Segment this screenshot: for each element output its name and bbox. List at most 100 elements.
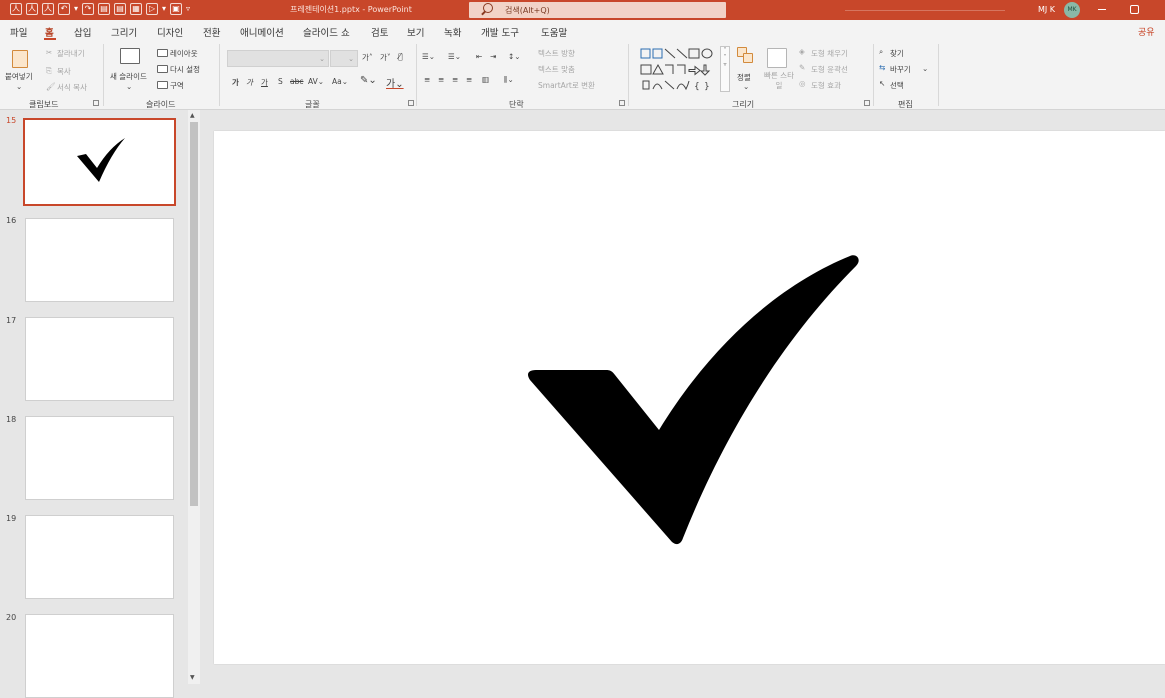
indent-increase-icon[interactable]: ⇥	[490, 52, 496, 61]
select-button[interactable]: 선택	[890, 80, 904, 91]
tab-record[interactable]: 녹화	[444, 25, 461, 39]
text-direction-button[interactable]: 텍스트 방향	[538, 48, 575, 59]
slide-thumbnail[interactable]	[23, 118, 176, 206]
underline-icon[interactable]: 가	[261, 77, 268, 88]
font-size-select[interactable]: ⌄	[330, 50, 358, 67]
slide-thumbnail[interactable]	[25, 218, 174, 302]
redo-icon[interactable]: ↷	[82, 3, 95, 15]
avatar[interactable]: MK	[1064, 2, 1080, 18]
chevron-down-icon[interactable]: ⌄	[743, 82, 749, 91]
char-spacing-icon[interactable]: AV⌄	[308, 77, 324, 86]
slideshow-icon[interactable]: ▷	[146, 3, 159, 15]
minimize-icon[interactable]	[1098, 9, 1106, 10]
slide-thumbnail[interactable]	[25, 416, 174, 500]
justify-icon[interactable]: ≡	[466, 75, 472, 84]
shape-effects-button[interactable]: 도형 효과	[811, 80, 841, 91]
font-color-icon[interactable]: 가⌄	[386, 75, 404, 90]
tab-review[interactable]: 검토	[371, 25, 388, 39]
bold-icon[interactable]: 가	[232, 77, 239, 88]
dialog-launcher-icon[interactable]	[864, 100, 870, 106]
clear-format-icon[interactable]: 가̸	[398, 52, 403, 61]
align-text-button[interactable]: 텍스트 맞춤	[538, 64, 575, 75]
font-name-select[interactable]: ⌄	[227, 50, 329, 67]
shape-outline-button[interactable]: 도형 윤곽선	[811, 64, 848, 75]
highlight-icon[interactable]: ✎⌄	[360, 75, 377, 86]
align-left-icon[interactable]: ≡	[424, 75, 430, 84]
shape-gallery-scroll[interactable]: ˄ ˅ ▿	[720, 46, 730, 92]
section-button[interactable]: 구역	[170, 80, 184, 91]
chevron-down-icon[interactable]: ▾	[74, 3, 78, 15]
numbering-icon[interactable]: ☰⌄	[448, 52, 461, 61]
tab-transitions[interactable]: 전환	[203, 25, 220, 39]
accessibility-icon[interactable]: 人	[10, 3, 22, 15]
accessibility-icon[interactable]: 人	[42, 3, 54, 15]
replace-button[interactable]: 바꾸기	[890, 64, 911, 75]
slide-thumbnail[interactable]	[25, 317, 174, 401]
copy-button[interactable]: 복사	[57, 66, 71, 77]
distribute-icon[interactable]: ▥	[482, 75, 489, 84]
grow-font-icon[interactable]: 가˄	[362, 52, 373, 63]
scroll-up-icon[interactable]: ▲	[190, 112, 195, 119]
cut-button[interactable]: 잘라내기	[57, 48, 85, 59]
align-right-icon[interactable]: ≡	[452, 75, 458, 84]
customize-qat-icon[interactable]: ▿	[186, 3, 190, 15]
tab-slideshow[interactable]: 슬라이드 쇼	[303, 25, 350, 39]
new-slide-button[interactable]: 새 슬라이드	[110, 71, 147, 82]
paste-icon[interactable]	[12, 50, 28, 68]
slide-number: 19	[6, 514, 17, 523]
reset-button[interactable]: 다시 설정	[170, 64, 200, 75]
search-input[interactable]: 검색(Alt+Q)	[469, 2, 726, 18]
presentation-icon[interactable]: ▤	[114, 3, 127, 15]
tab-draw[interactable]: 그리기	[111, 25, 137, 39]
shape-gallery[interactable]: { }	[634, 46, 730, 94]
tab-view[interactable]: 보기	[407, 25, 424, 39]
current-slide[interactable]	[214, 131, 1165, 664]
user-name[interactable]: MJ K	[1038, 5, 1055, 14]
layout-button[interactable]: 레이아웃	[170, 48, 198, 59]
slide-thumbnail[interactable]	[25, 614, 174, 698]
chevron-down-icon[interactable]: ▾	[162, 3, 166, 15]
paste-button[interactable]: 붙여넣기	[5, 71, 33, 82]
presentation-icon[interactable]: ▤	[98, 3, 111, 15]
dialog-launcher-icon[interactable]	[93, 100, 99, 106]
table-icon[interactable]: ▦	[130, 3, 143, 15]
quick-styles-button[interactable]: 빠른 스타일	[762, 71, 796, 91]
tab-home[interactable]: 홈	[45, 25, 54, 39]
tab-animations[interactable]: 애니메이션	[240, 25, 284, 39]
indent-decrease-icon[interactable]: ⇤	[476, 52, 482, 61]
shadow-icon[interactable]: S	[278, 77, 283, 86]
italic-icon[interactable]: 가	[246, 77, 253, 88]
share-button[interactable]: 공유	[1138, 25, 1155, 38]
save-icon[interactable]: ▣	[170, 3, 183, 15]
scroll-down-icon[interactable]: ▼	[190, 674, 195, 681]
dialog-launcher-icon[interactable]	[408, 100, 414, 106]
tab-help[interactable]: 도움말	[541, 25, 567, 39]
shape-fill-button[interactable]: 도형 채우기	[811, 48, 848, 59]
thumbnail-scrollbar[interactable]: ▲ ▼	[188, 110, 200, 684]
restore-icon[interactable]	[1130, 5, 1139, 14]
strikethrough-icon[interactable]: abc	[290, 77, 303, 86]
chevron-down-icon[interactable]: ⌄	[16, 82, 22, 91]
columns-icon[interactable]: ⫼⌄	[504, 75, 514, 85]
slide-thumbnail[interactable]	[25, 515, 174, 599]
accessibility-icon[interactable]: 人	[26, 3, 38, 15]
scrollbar-thumb[interactable]	[190, 122, 198, 506]
tab-insert[interactable]: 삽입	[74, 25, 91, 39]
bullets-icon[interactable]: ☰⌄	[422, 52, 435, 61]
shrink-font-icon[interactable]: 가˅	[380, 52, 391, 63]
format-painter-button[interactable]: 서식 복사	[57, 82, 87, 93]
find-button[interactable]: 찾기	[890, 48, 904, 59]
new-slide-icon[interactable]	[120, 48, 140, 64]
undo-icon[interactable]: ↶	[58, 3, 70, 15]
change-case-icon[interactable]: Aa⌄	[332, 77, 348, 86]
chevron-down-icon[interactable]: ⌄	[922, 64, 928, 73]
dialog-launcher-icon[interactable]	[619, 100, 625, 106]
align-center-icon[interactable]: ≡	[438, 75, 444, 84]
tab-design[interactable]: 디자인	[157, 25, 183, 39]
checkmark-icon[interactable]	[520, 250, 862, 546]
tab-developer[interactable]: 개발 도구	[481, 25, 519, 39]
smartart-button[interactable]: SmartArt로 변환	[538, 80, 595, 91]
tab-file[interactable]: 파일	[10, 25, 27, 39]
line-spacing-icon[interactable]: ↕⌄	[508, 52, 521, 61]
chevron-down-icon[interactable]: ⌄	[126, 82, 132, 91]
